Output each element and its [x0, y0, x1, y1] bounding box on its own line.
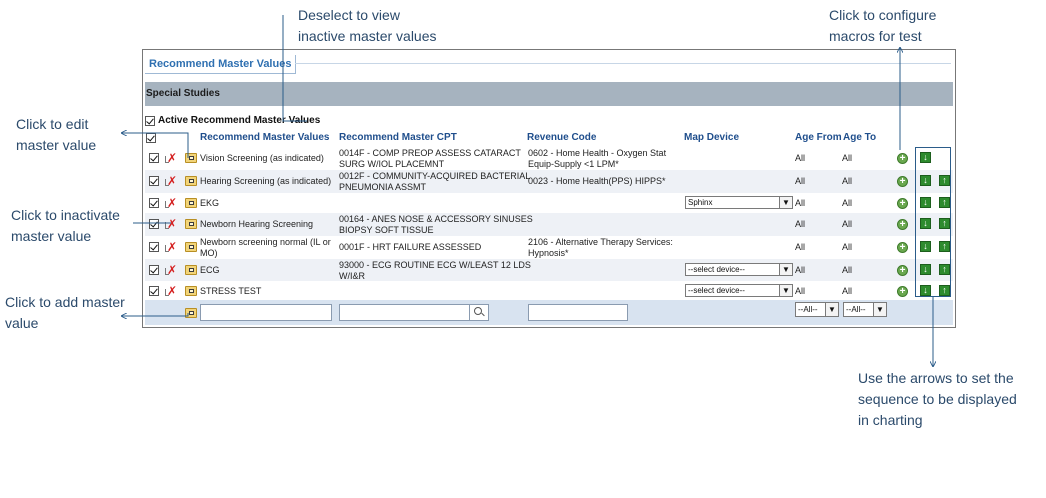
callout-leader-lines: [0, 15, 1046, 498]
leader-add: [122, 313, 189, 316]
leader-deselect: [282, 15, 307, 122]
leader-edit: [122, 133, 189, 158]
